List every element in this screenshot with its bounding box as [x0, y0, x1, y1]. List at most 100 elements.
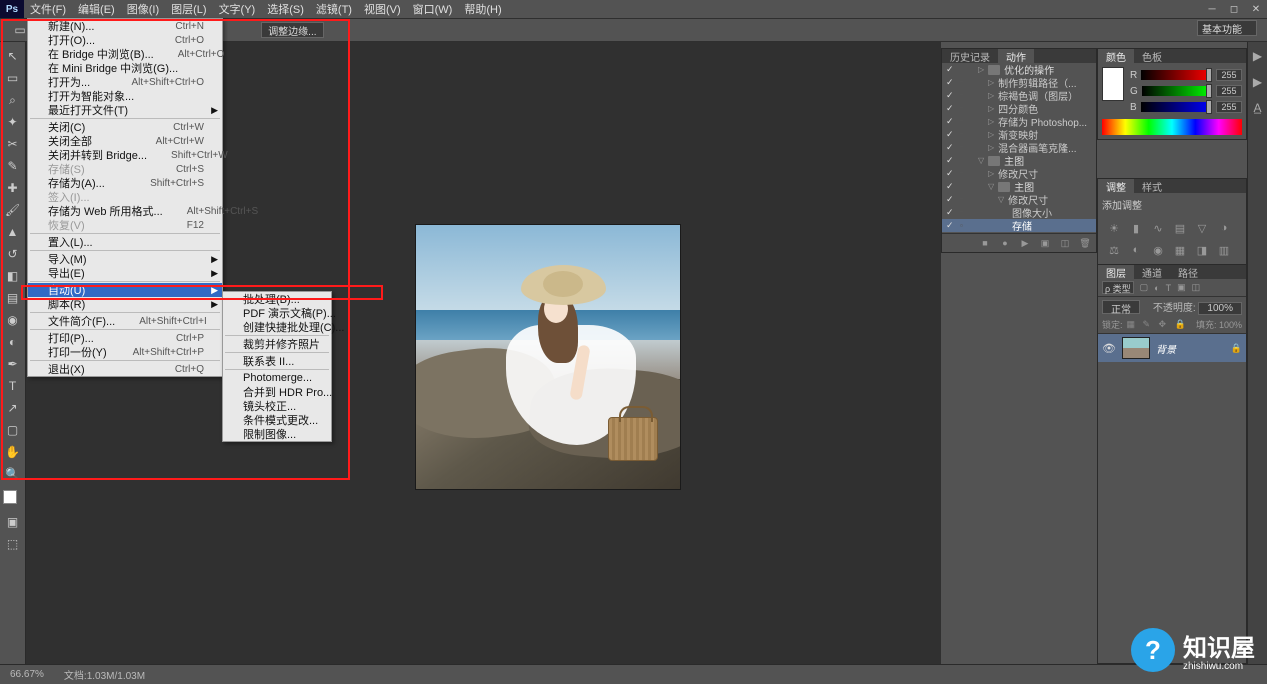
actions-list[interactable]: ✓▷优化的操作✓▫▷制作剪辑路径（...✓▫▷棕褐色调（图层）✓▫▷四分颜色✓▫…: [942, 63, 1096, 233]
hue-icon[interactable]: ◑: [1216, 220, 1232, 236]
menuitem[interactable]: 批处理(B)...: [223, 292, 331, 306]
healing-tool[interactable]: ✚: [3, 178, 23, 198]
menuitem[interactable]: 导出(E)▶: [28, 266, 222, 280]
tab-styles[interactable]: 样式: [1134, 179, 1170, 194]
quickmask-toggle[interactable]: ▣: [3, 512, 23, 532]
menuitem[interactable]: 新建(N)...Ctrl+N: [28, 19, 222, 33]
menuitem[interactable]: 脚本(R)▶: [28, 297, 222, 311]
menuitem[interactable]: 打印一份(Y)Alt+Shift+Ctrl+P: [28, 345, 222, 359]
refine-edge-button[interactable]: 调整边缘...: [261, 22, 323, 38]
pen-tool[interactable]: ✒: [3, 354, 23, 374]
menuitem[interactable]: 退出(X)Ctrl+Q: [28, 362, 222, 376]
layer-filter-kind[interactable]: ρ 类型: [1102, 281, 1134, 294]
g-value[interactable]: 255: [1216, 85, 1242, 97]
exposure-icon[interactable]: ▤: [1172, 220, 1188, 236]
menu-帮助(H)[interactable]: 帮助(H): [458, 0, 507, 19]
posterize-icon[interactable]: ▥: [1216, 242, 1232, 258]
collapsed-panel-icon[interactable]: ▶: [1250, 48, 1266, 64]
menuitem[interactable]: 关闭(C)Ctrl+W: [28, 120, 222, 134]
r-value[interactable]: 255: [1216, 69, 1242, 81]
tab-actions[interactable]: 动作: [998, 49, 1034, 64]
balance-icon[interactable]: ⚖: [1106, 242, 1122, 258]
menuitem[interactable]: 条件模式更改...: [223, 413, 331, 427]
menuitem[interactable]: 打开(O)...Ctrl+O: [28, 33, 222, 47]
tab-color[interactable]: 颜色: [1098, 49, 1134, 64]
filter-shape-icon[interactable]: ▣: [1177, 282, 1186, 293]
menuitem[interactable]: 限制图像...: [223, 427, 331, 441]
tab-channels[interactable]: 通道: [1134, 265, 1170, 280]
menuitem[interactable]: 打开为...Alt+Shift+Ctrl+O: [28, 75, 222, 89]
menu-文字(Y)[interactable]: 文字(Y): [213, 0, 262, 19]
filter-adj-icon[interactable]: ◐: [1154, 283, 1159, 293]
canvas-image[interactable]: [416, 225, 680, 489]
brightness-icon[interactable]: ☀: [1106, 220, 1122, 236]
eyedropper-tool[interactable]: ✎: [3, 156, 23, 176]
doc-info[interactable]: 文档:1.03M/1.03M: [64, 667, 145, 682]
menuitem[interactable]: 导入(M)▶: [28, 252, 222, 266]
path-tool[interactable]: ↗: [3, 398, 23, 418]
screenmode-toggle[interactable]: ⬚: [3, 534, 23, 554]
close-button[interactable]: ✕: [1245, 0, 1267, 18]
menuitem[interactable]: PDF 演示文稿(P)...: [223, 306, 331, 320]
menuitem[interactable]: 最近打开文件(T)▶: [28, 103, 222, 117]
menu-文件(F)[interactable]: 文件(F): [24, 0, 72, 19]
dodge-tool[interactable]: ◐: [3, 332, 23, 352]
menuitem[interactable]: 在 Bridge 中浏览(B)...Alt+Ctrl+O: [28, 47, 222, 61]
menuitem[interactable]: 置入(L)...: [28, 235, 222, 249]
collapsed-panel-icon[interactable]: A̲: [1250, 100, 1266, 116]
color-swatch[interactable]: [3, 490, 23, 510]
lasso-tool[interactable]: ⌕: [3, 90, 23, 110]
b-slider[interactable]: [1141, 102, 1212, 112]
record-icon[interactable]: ●: [998, 236, 1012, 250]
color-spectrum[interactable]: [1102, 119, 1242, 135]
lock-all-icon[interactable]: 🔒: [1175, 319, 1187, 331]
trash-icon[interactable]: 🗑: [1078, 236, 1092, 250]
tab-adjustments[interactable]: 调整: [1098, 179, 1134, 194]
invert-icon[interactable]: ◨: [1194, 242, 1210, 258]
history-brush-tool[interactable]: ↺: [3, 244, 23, 264]
levels-icon[interactable]: ▮: [1128, 220, 1144, 236]
menuitem[interactable]: 打开为智能对象...: [28, 89, 222, 103]
stop-icon[interactable]: ■: [978, 236, 992, 250]
menu-窗口(W)[interactable]: 窗口(W): [407, 0, 459, 19]
menu-视图(V)[interactable]: 视图(V): [358, 0, 407, 19]
menuitem[interactable]: 联系表 II...: [223, 354, 331, 368]
marquee-tool[interactable]: ▭: [3, 68, 23, 88]
lock-position-icon[interactable]: ✥: [1159, 319, 1171, 331]
lock-pixels-icon[interactable]: ✎: [1143, 319, 1155, 331]
stamp-tool[interactable]: ▲: [3, 222, 23, 242]
visibility-icon[interactable]: 👁: [1102, 342, 1116, 355]
blend-mode-select[interactable]: 正常: [1102, 300, 1140, 314]
collapsed-panel-icon[interactable]: ▶: [1250, 74, 1266, 90]
bw-icon[interactable]: ◐: [1128, 242, 1144, 258]
menuitem[interactable]: 存储为 Web 所用格式...Alt+Shift+Ctrl+S: [28, 204, 222, 218]
menuitem[interactable]: 文件简介(F)...Alt+Shift+Ctrl+I: [28, 314, 222, 328]
r-slider[interactable]: [1141, 70, 1212, 80]
photo-filter-icon[interactable]: ◉: [1150, 242, 1166, 258]
workspace-switcher[interactable]: 基本功能: [1197, 20, 1257, 36]
menuitem[interactable]: 存储为(A)...Shift+Ctrl+S: [28, 176, 222, 190]
filter-type-icon[interactable]: T: [1166, 283, 1172, 293]
tab-history[interactable]: 历史记录: [942, 49, 998, 64]
zoom-tool[interactable]: 🔍: [3, 464, 23, 484]
menuitem[interactable]: 镜头校正...: [223, 399, 331, 413]
menuitem[interactable]: 创建快捷批处理(C)...: [223, 320, 331, 334]
menuitem[interactable]: 合并到 HDR Pro...: [223, 385, 331, 399]
eraser-tool[interactable]: ◧: [3, 266, 23, 286]
new-action-icon[interactable]: ◫: [1058, 236, 1072, 250]
curves-icon[interactable]: ∿: [1150, 220, 1166, 236]
shape-tool[interactable]: ▢: [3, 420, 23, 440]
layer-row[interactable]: 👁 背景 🔒: [1098, 334, 1246, 362]
tab-paths[interactable]: 路径: [1170, 265, 1206, 280]
crop-tool[interactable]: ✂: [3, 134, 23, 154]
minimize-button[interactable]: ─: [1201, 0, 1223, 18]
play-icon[interactable]: ▶: [1018, 236, 1032, 250]
menuitem[interactable]: 关闭并转到 Bridge...Shift+Ctrl+W: [28, 148, 222, 162]
action-row[interactable]: ✓▫存储: [942, 219, 1096, 232]
filter-pixel-icon[interactable]: ▢: [1140, 282, 1149, 293]
wand-tool[interactable]: ✦: [3, 112, 23, 132]
move-tool[interactable]: ↖: [3, 46, 23, 66]
gradient-tool[interactable]: ▤: [3, 288, 23, 308]
lock-transparency-icon[interactable]: ▦: [1127, 319, 1139, 331]
menu-选择(S)[interactable]: 选择(S): [261, 0, 310, 19]
